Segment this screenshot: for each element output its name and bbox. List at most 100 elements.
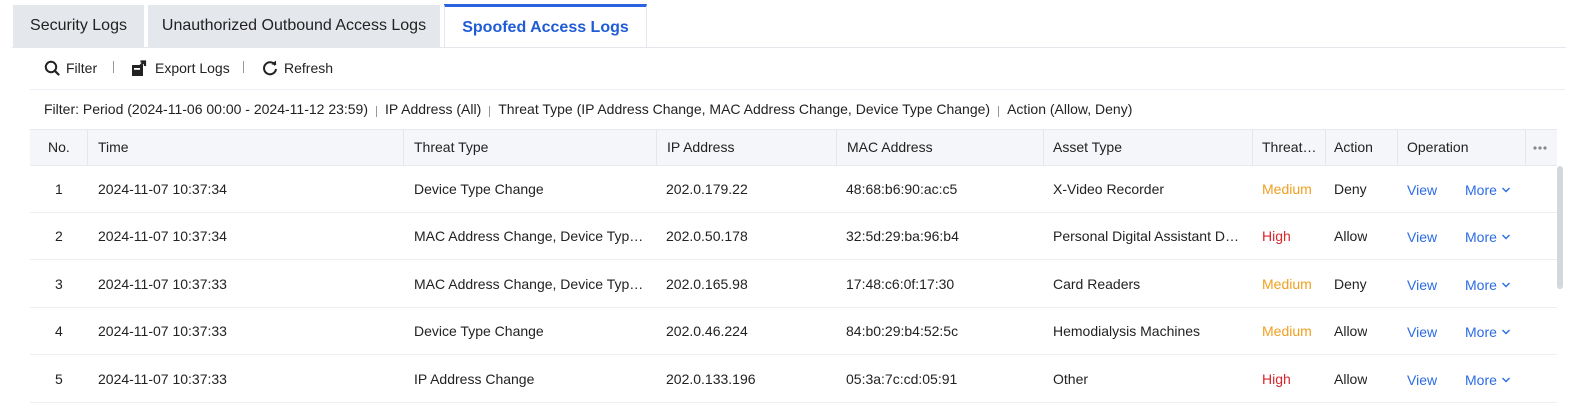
cell-threat-type: Device Type Change xyxy=(414,181,544,197)
cell-asset-type: Other xyxy=(1053,370,1089,387)
cell-threat-type: MAC Address Change, Device Type … xyxy=(414,228,650,245)
cell-threat-level: Medium xyxy=(1262,323,1312,340)
filter-separator xyxy=(489,105,491,117)
column-separator xyxy=(87,130,88,165)
column-settings-button[interactable] xyxy=(1532,130,1552,165)
export-logs-label: Export Logs xyxy=(155,60,230,76)
filter-action: Action (Allow, Deny) xyxy=(1007,101,1133,117)
column-separator xyxy=(656,130,657,165)
cell-no: 3 xyxy=(55,275,63,292)
cell-threat-type: MAC Address Change, Device Type … xyxy=(414,275,650,292)
view-link[interactable]: View xyxy=(1407,214,1437,260)
header-mac-address[interactable]: MAC Address xyxy=(847,130,933,165)
more-dropdown[interactable]: More xyxy=(1465,214,1511,260)
table-scrollbar[interactable] xyxy=(1557,166,1563,289)
header-asset-type[interactable]: Asset Type xyxy=(1053,130,1122,165)
table-row: 3 2024-11-07 10:37:33 MAC Address Change… xyxy=(30,261,1557,308)
cell-threat-type: IP Address Change xyxy=(414,370,535,387)
cell-action: Deny xyxy=(1334,181,1367,197)
refresh-label: Refresh xyxy=(284,60,334,76)
cell-time: 2024-11-07 10:37:33 xyxy=(98,370,227,387)
more-label: More xyxy=(1465,276,1497,293)
chevron-down-icon xyxy=(1501,329,1510,335)
header-time[interactable]: Time xyxy=(98,130,129,165)
column-separator xyxy=(1525,130,1526,165)
header-action[interactable]: Action xyxy=(1334,130,1373,165)
more-dropdown[interactable]: More xyxy=(1465,167,1511,213)
tab-spoofed-access-logs[interactable]: Spoofed Access Logs xyxy=(444,4,647,48)
export-logs-button[interactable]: Export Logs xyxy=(131,57,230,79)
view-link[interactable]: View xyxy=(1407,357,1437,403)
cell-threat-level: High xyxy=(1262,228,1291,245)
tab-label: Unauthorized Outbound Access Logs xyxy=(161,17,427,34)
cell-mac-address: 05:3a:7c:cd:05:91 xyxy=(846,370,958,387)
cell-ip-address: 202.0.50.178 xyxy=(666,228,748,245)
more-label: More xyxy=(1465,229,1497,246)
tab-unauthorized-outbound-access-logs[interactable]: Unauthorized Outbound Access Logs xyxy=(148,5,440,47)
header-ip-address[interactable]: IP Address xyxy=(667,130,734,165)
cell-ip-address: 202.0.46.224 xyxy=(666,323,748,340)
toolbar-divider xyxy=(30,89,1565,90)
cell-action: Allow xyxy=(1334,370,1368,387)
tab-divider xyxy=(12,47,1566,48)
tab-label: Spoofed Access Logs xyxy=(462,18,629,36)
toolbar-separator xyxy=(113,61,114,73)
filter-ip: IP Address (All) xyxy=(385,101,482,117)
column-separator xyxy=(1043,130,1044,165)
chevron-down-icon xyxy=(1501,377,1510,383)
cell-asset-type: Personal Digital Assistant De… xyxy=(1053,228,1245,245)
header-no[interactable]: No. xyxy=(48,130,70,165)
table-row: 1 2024-11-07 10:37:34 Device Type Change… xyxy=(30,166,1557,213)
cell-time: 2024-11-07 10:37:34 xyxy=(98,228,227,245)
cell-ip-address: 202.0.133.196 xyxy=(666,370,756,387)
view-link[interactable]: View xyxy=(1407,262,1437,308)
cell-ip-address: 202.0.165.98 xyxy=(666,275,748,292)
more-dropdown[interactable]: More xyxy=(1465,309,1511,355)
column-separator xyxy=(836,130,837,165)
cell-mac-address: 84:b0:29:b4:52:5c xyxy=(846,323,959,340)
chevron-down-icon xyxy=(1501,234,1510,240)
cell-threat-level: Medium xyxy=(1262,181,1312,197)
column-separator xyxy=(403,130,404,165)
cell-asset-type: Hemodialysis Machines xyxy=(1053,323,1201,340)
more-label: More xyxy=(1465,371,1497,388)
cell-no: 5 xyxy=(55,370,63,387)
cell-mac-address: 48:68:b6:90:ac:c5 xyxy=(846,181,958,197)
header-threat-type[interactable]: Threat Type xyxy=(414,130,488,165)
cell-asset-type: X-Video Recorder xyxy=(1053,181,1165,197)
more-label: More xyxy=(1465,324,1497,341)
cell-action: Allow xyxy=(1334,228,1368,245)
cell-threat-type: Device Type Change xyxy=(414,323,544,340)
cell-no: 2 xyxy=(55,228,63,245)
more-horizontal-icon xyxy=(1533,146,1547,150)
cell-threat-level: Medium xyxy=(1262,275,1312,292)
cell-time: 2024-11-07 10:37:34 xyxy=(98,181,227,197)
cell-no: 4 xyxy=(55,323,63,340)
filter-summary: Filter: Period (2024-11-06 00:00 - 2024-… xyxy=(44,99,1132,119)
more-dropdown[interactable]: More xyxy=(1465,357,1511,403)
refresh-button[interactable]: Refresh xyxy=(262,57,333,79)
cell-mac-address: 32:5d:29:ba:96:b4 xyxy=(846,228,959,245)
filter-separator xyxy=(998,105,1000,117)
cell-time: 2024-11-07 10:37:33 xyxy=(98,275,227,292)
toolbar-separator xyxy=(243,61,244,73)
tab-security-logs[interactable]: Security Logs xyxy=(13,5,144,47)
filter-label: Filter xyxy=(66,60,98,76)
cell-ip-address: 202.0.179.22 xyxy=(666,181,748,197)
view-link[interactable]: View xyxy=(1407,309,1437,355)
tab-label: Security Logs xyxy=(30,17,127,34)
more-dropdown[interactable]: More xyxy=(1465,262,1511,308)
header-threat-level[interactable]: Threat… xyxy=(1262,130,1324,165)
filter-button[interactable]: Filter xyxy=(44,57,97,79)
filter-separator xyxy=(376,105,378,117)
chevron-down-icon xyxy=(1501,282,1510,288)
table-row: 2 2024-11-07 10:37:34 MAC Address Change… xyxy=(30,213,1557,261)
more-label: More xyxy=(1465,182,1497,198)
search-icon xyxy=(44,60,60,76)
export-icon xyxy=(132,60,147,76)
header-operation: Operation xyxy=(1407,139,1469,155)
table-row: 4 2024-11-07 10:37:33 Device Type Change… xyxy=(30,308,1557,356)
cell-action: Allow xyxy=(1334,323,1368,340)
view-link[interactable]: View xyxy=(1407,167,1437,213)
column-separator xyxy=(1325,130,1326,165)
